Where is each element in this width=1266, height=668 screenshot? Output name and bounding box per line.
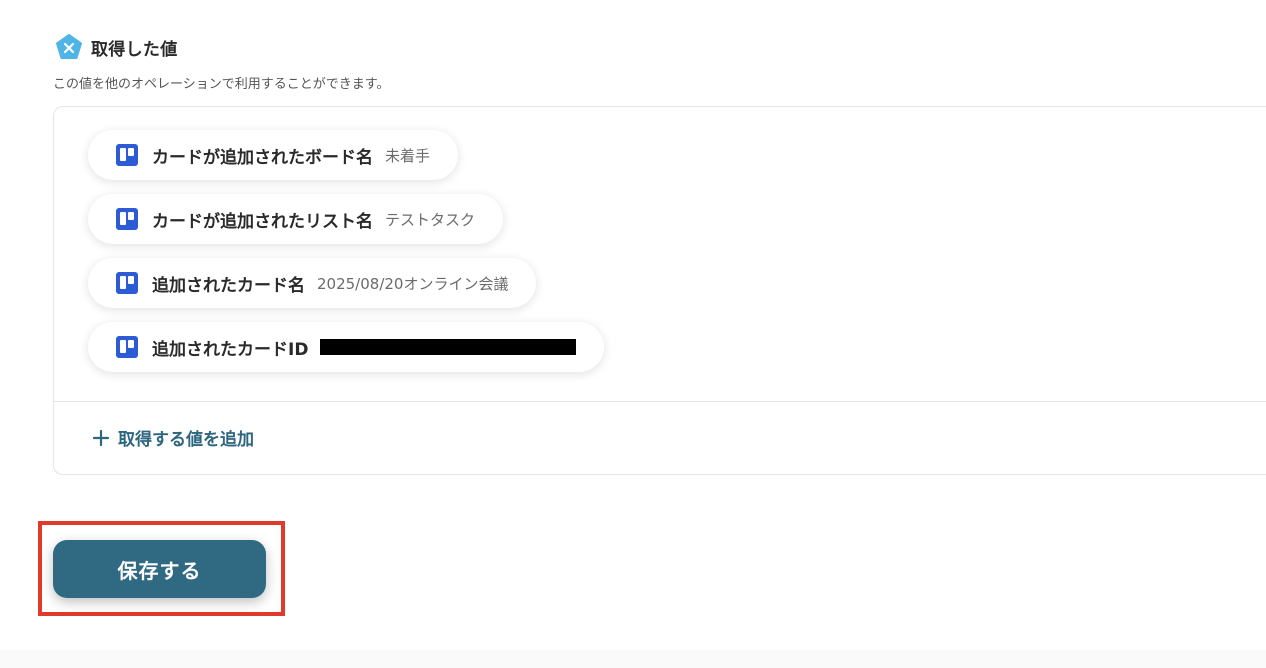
add-value-button[interactable]: 取得する値を追加 bbox=[92, 425, 254, 450]
yoom-pentagon-icon bbox=[55, 33, 83, 61]
trello-icon bbox=[116, 208, 138, 230]
save-button[interactable]: 保存する bbox=[53, 540, 266, 598]
panel-divider bbox=[54, 401, 1266, 402]
section-header: 取得した値 bbox=[55, 33, 178, 61]
trello-icon bbox=[116, 272, 138, 294]
value-chip-label: 追加されたカードID bbox=[152, 339, 309, 360]
add-value-label: 取得する値を追加 bbox=[118, 430, 254, 450]
value-chip-list-name[interactable]: カードが追加されたリスト名 テストタスク bbox=[88, 194, 504, 244]
value-chip-card-id[interactable]: 追加されたカードID bbox=[88, 322, 605, 372]
value-chip-value: 2025/08/20オンライン会議 bbox=[317, 274, 509, 293]
value-chip-card-name[interactable]: 追加されたカード名 2025/08/20オンライン会議 bbox=[88, 258, 537, 308]
trello-icon bbox=[116, 144, 138, 166]
value-chip-label: 追加されたカード名 bbox=[152, 275, 305, 296]
value-chip-label: カードが追加されたボード名 bbox=[152, 147, 373, 168]
value-chip-board-name[interactable]: カードが追加されたボード名 未着手 bbox=[88, 130, 459, 180]
value-chip-value: 未着手 bbox=[385, 146, 431, 165]
section-title: 取得した値 bbox=[91, 39, 178, 60]
trello-icon bbox=[116, 336, 138, 358]
value-chip-label: カードが追加されたリスト名 bbox=[152, 211, 373, 232]
page-bottom-band bbox=[0, 650, 1266, 668]
redacted-value bbox=[320, 339, 577, 355]
acquired-values-panel: カードが追加されたボード名 未着手 カードが追加されたリスト名 テストタスク 追… bbox=[53, 106, 1266, 475]
page: 取得した値 この値を他のオペレーションで利用することができます。 カードが追加さ… bbox=[0, 0, 1266, 668]
plus-icon bbox=[92, 429, 110, 447]
value-chip-value: テストタスク bbox=[385, 210, 476, 229]
section-description: この値を他のオペレーションで利用することができます。 bbox=[53, 77, 390, 92]
